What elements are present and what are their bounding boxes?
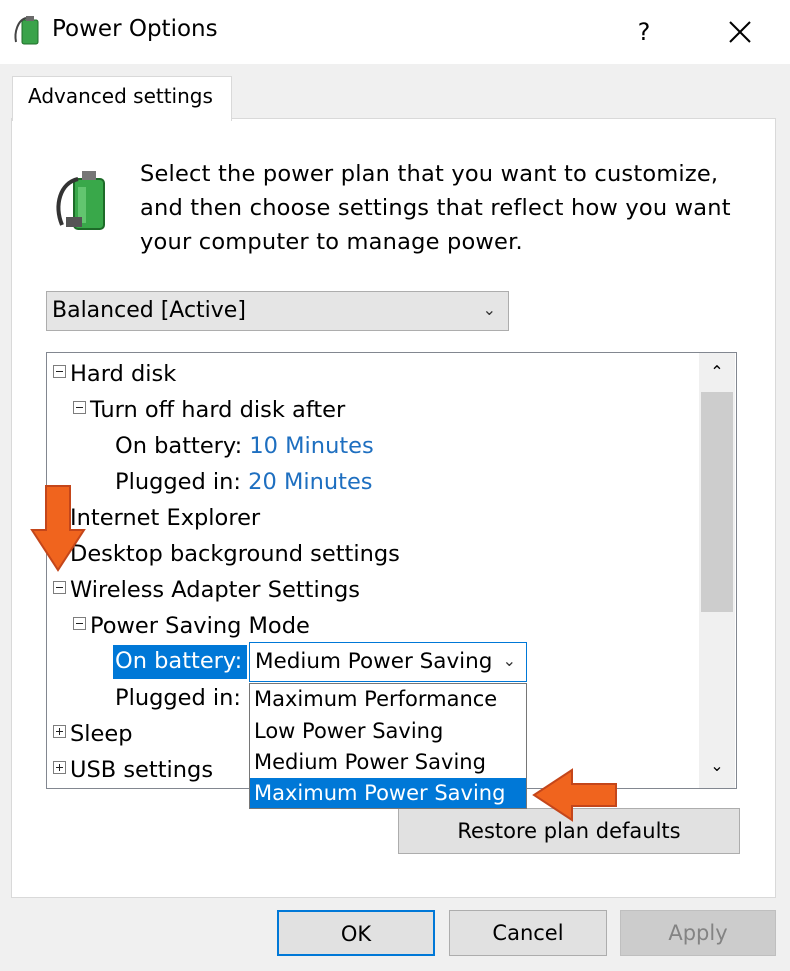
window-title: Power Options: [52, 16, 218, 42]
tree-node-hard-disk[interactable]: Hard disk: [53, 361, 176, 387]
down-arrow-annotation-icon: [30, 485, 86, 572]
tree-node-usb-settings[interactable]: USB settings: [53, 757, 213, 783]
collapse-icon[interactable]: [73, 617, 86, 630]
collapse-icon[interactable]: [53, 365, 66, 378]
collapse-icon[interactable]: [73, 401, 86, 414]
expand-icon[interactable]: [53, 761, 66, 774]
close-button[interactable]: [716, 12, 764, 52]
power-options-icon: [14, 16, 39, 45]
scrollbar-thumb[interactable]: [701, 392, 733, 612]
close-icon: [729, 21, 751, 43]
help-button[interactable]: ?: [620, 12, 668, 52]
collapse-icon[interactable]: [53, 581, 66, 594]
cancel-button[interactable]: Cancel: [449, 910, 607, 956]
power-saving-combo[interactable]: Medium Power Saving ⌄: [249, 642, 527, 682]
ps-on-battery-label[interactable]: On battery:: [113, 645, 247, 679]
tab-advanced-settings[interactable]: Advanced settings: [12, 76, 232, 121]
tree-item-hd-plugged-in[interactable]: Plugged in: 20 Minutes: [115, 469, 373, 495]
option-low-power-saving[interactable]: Low Power Saving: [250, 716, 526, 748]
option-maximum-power-saving[interactable]: Maximum Power Saving: [250, 778, 526, 808]
option-medium-power-saving[interactable]: Medium Power Saving: [250, 747, 526, 779]
option-maximum-performance[interactable]: Maximum Performance: [250, 684, 526, 716]
power-plan-select[interactable]: Balanced [Active] ⌄: [46, 291, 509, 331]
expand-icon[interactable]: [53, 725, 66, 738]
tree-node-sleep[interactable]: Sleep: [53, 721, 133, 747]
ok-button[interactable]: OK: [277, 910, 435, 956]
tree-item-ps-plugged-in[interactable]: Plugged in:: [115, 685, 241, 711]
description-text: Select the power plan that you want to c…: [140, 161, 731, 255]
tree-node-desktop-background[interactable]: Desktop background settings: [53, 541, 400, 567]
scroll-down-icon[interactable]: ⌄: [699, 756, 735, 780]
tree-item-hd-on-battery[interactable]: On battery: 10 Minutes: [115, 433, 374, 459]
chevron-down-icon: ⌄: [482, 300, 496, 319]
chevron-down-icon: ⌄: [502, 651, 516, 670]
tab-label: Advanced settings: [28, 84, 213, 108]
tree-node-turn-off-hard-disk[interactable]: Turn off hard disk after: [73, 397, 345, 423]
combo-value: Medium Power Saving: [255, 649, 493, 674]
scroll-up-icon[interactable]: ⌃: [699, 362, 735, 386]
battery-plug-icon: [56, 171, 105, 230]
left-arrow-annotation-icon: [532, 768, 617, 822]
hd-plugged-in-value[interactable]: 20 Minutes: [248, 469, 372, 495]
tree-node-power-saving-mode[interactable]: Power Saving Mode: [73, 613, 310, 639]
power-saving-dropdown: Maximum Performance Low Power Saving Med…: [249, 683, 527, 809]
tree-node-wireless-adapter[interactable]: Wireless Adapter Settings: [53, 577, 360, 603]
apply-button[interactable]: Apply: [620, 910, 776, 956]
power-plan-value: Balanced [Active]: [52, 298, 246, 323]
hd-on-battery-value[interactable]: 10 Minutes: [249, 433, 373, 459]
